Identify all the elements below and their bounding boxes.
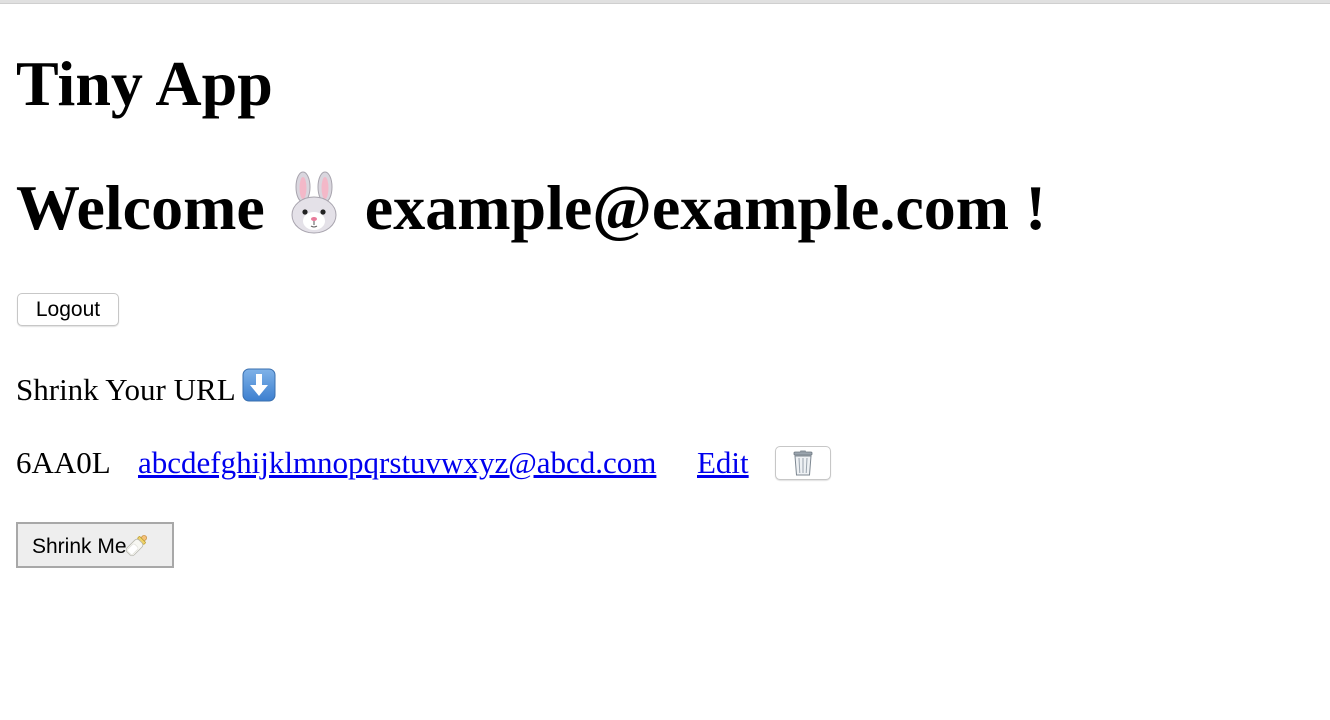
shrink-me-label: Shrink Me xyxy=(32,534,127,558)
rabbit-face-icon xyxy=(283,171,345,235)
short-url-code: 6AA0L xyxy=(16,445,111,480)
shrink-me-button[interactable]: Shrink Me xyxy=(16,522,174,568)
baby-bottle-icon xyxy=(124,532,150,558)
down-arrow-icon xyxy=(242,368,276,402)
long-url-link[interactable]: abcdefghijklmnopqrstuvwxyz@abcd.com xyxy=(138,441,656,485)
browser-top-border xyxy=(0,0,1330,4)
welcome-email: example@example.com xyxy=(364,172,1010,243)
url-list-item: 6AA0L abcdefghijklmnopqrstuvwxyz@abcd.co… xyxy=(16,441,1216,485)
app-title: Tiny App xyxy=(16,48,273,119)
welcome-prefix: Welcome xyxy=(16,172,265,243)
shrink-url-heading: Shrink Your URL xyxy=(16,368,276,410)
welcome-heading: Welcome example@example.com ! xyxy=(16,168,1046,248)
delete-url-button[interactable] xyxy=(775,446,831,480)
edit-url-link[interactable]: Edit xyxy=(697,441,749,485)
logout-button[interactable]: Logout xyxy=(17,293,119,326)
shrink-url-label: Shrink Your URL xyxy=(16,372,236,407)
trash-can-icon xyxy=(776,450,830,476)
welcome-suffix: ! xyxy=(1025,172,1047,243)
